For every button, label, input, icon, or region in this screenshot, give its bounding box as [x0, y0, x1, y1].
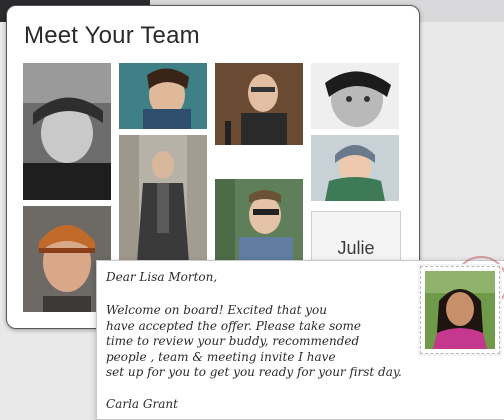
letter-greeting: Dear Lisa Morton,	[106, 270, 218, 284]
team-member-photo[interactable]	[311, 63, 399, 129]
letter-body-line: time to review your buddy, recommended	[106, 334, 360, 348]
team-member-photo[interactable]	[119, 135, 207, 263]
page-title: Meet Your Team	[24, 22, 200, 49]
team-member-photo[interactable]	[119, 63, 207, 129]
letter-body-line: have accepted the offer. Please take som…	[106, 318, 361, 333]
sender-avatar	[425, 271, 495, 349]
letter-body-line: people , team & meeting invite I have	[106, 349, 336, 364]
team-member-photo[interactable]	[23, 63, 111, 200]
letter-body-line: Welcome on board! Excited that you	[106, 303, 327, 317]
letter-body-line: set up for you to get you ready for your…	[106, 365, 402, 379]
team-member-photo[interactable]	[215, 179, 303, 263]
letter-signature: Carla Grant	[106, 397, 178, 411]
placeholder-first-name: Julie	[337, 238, 375, 258]
team-member-photo[interactable]	[311, 135, 399, 201]
team-member-photo[interactable]	[215, 63, 303, 145]
letter-body: Welcome on board! Excited that you have …	[106, 303, 426, 381]
stamp-photo-frame	[420, 266, 500, 354]
